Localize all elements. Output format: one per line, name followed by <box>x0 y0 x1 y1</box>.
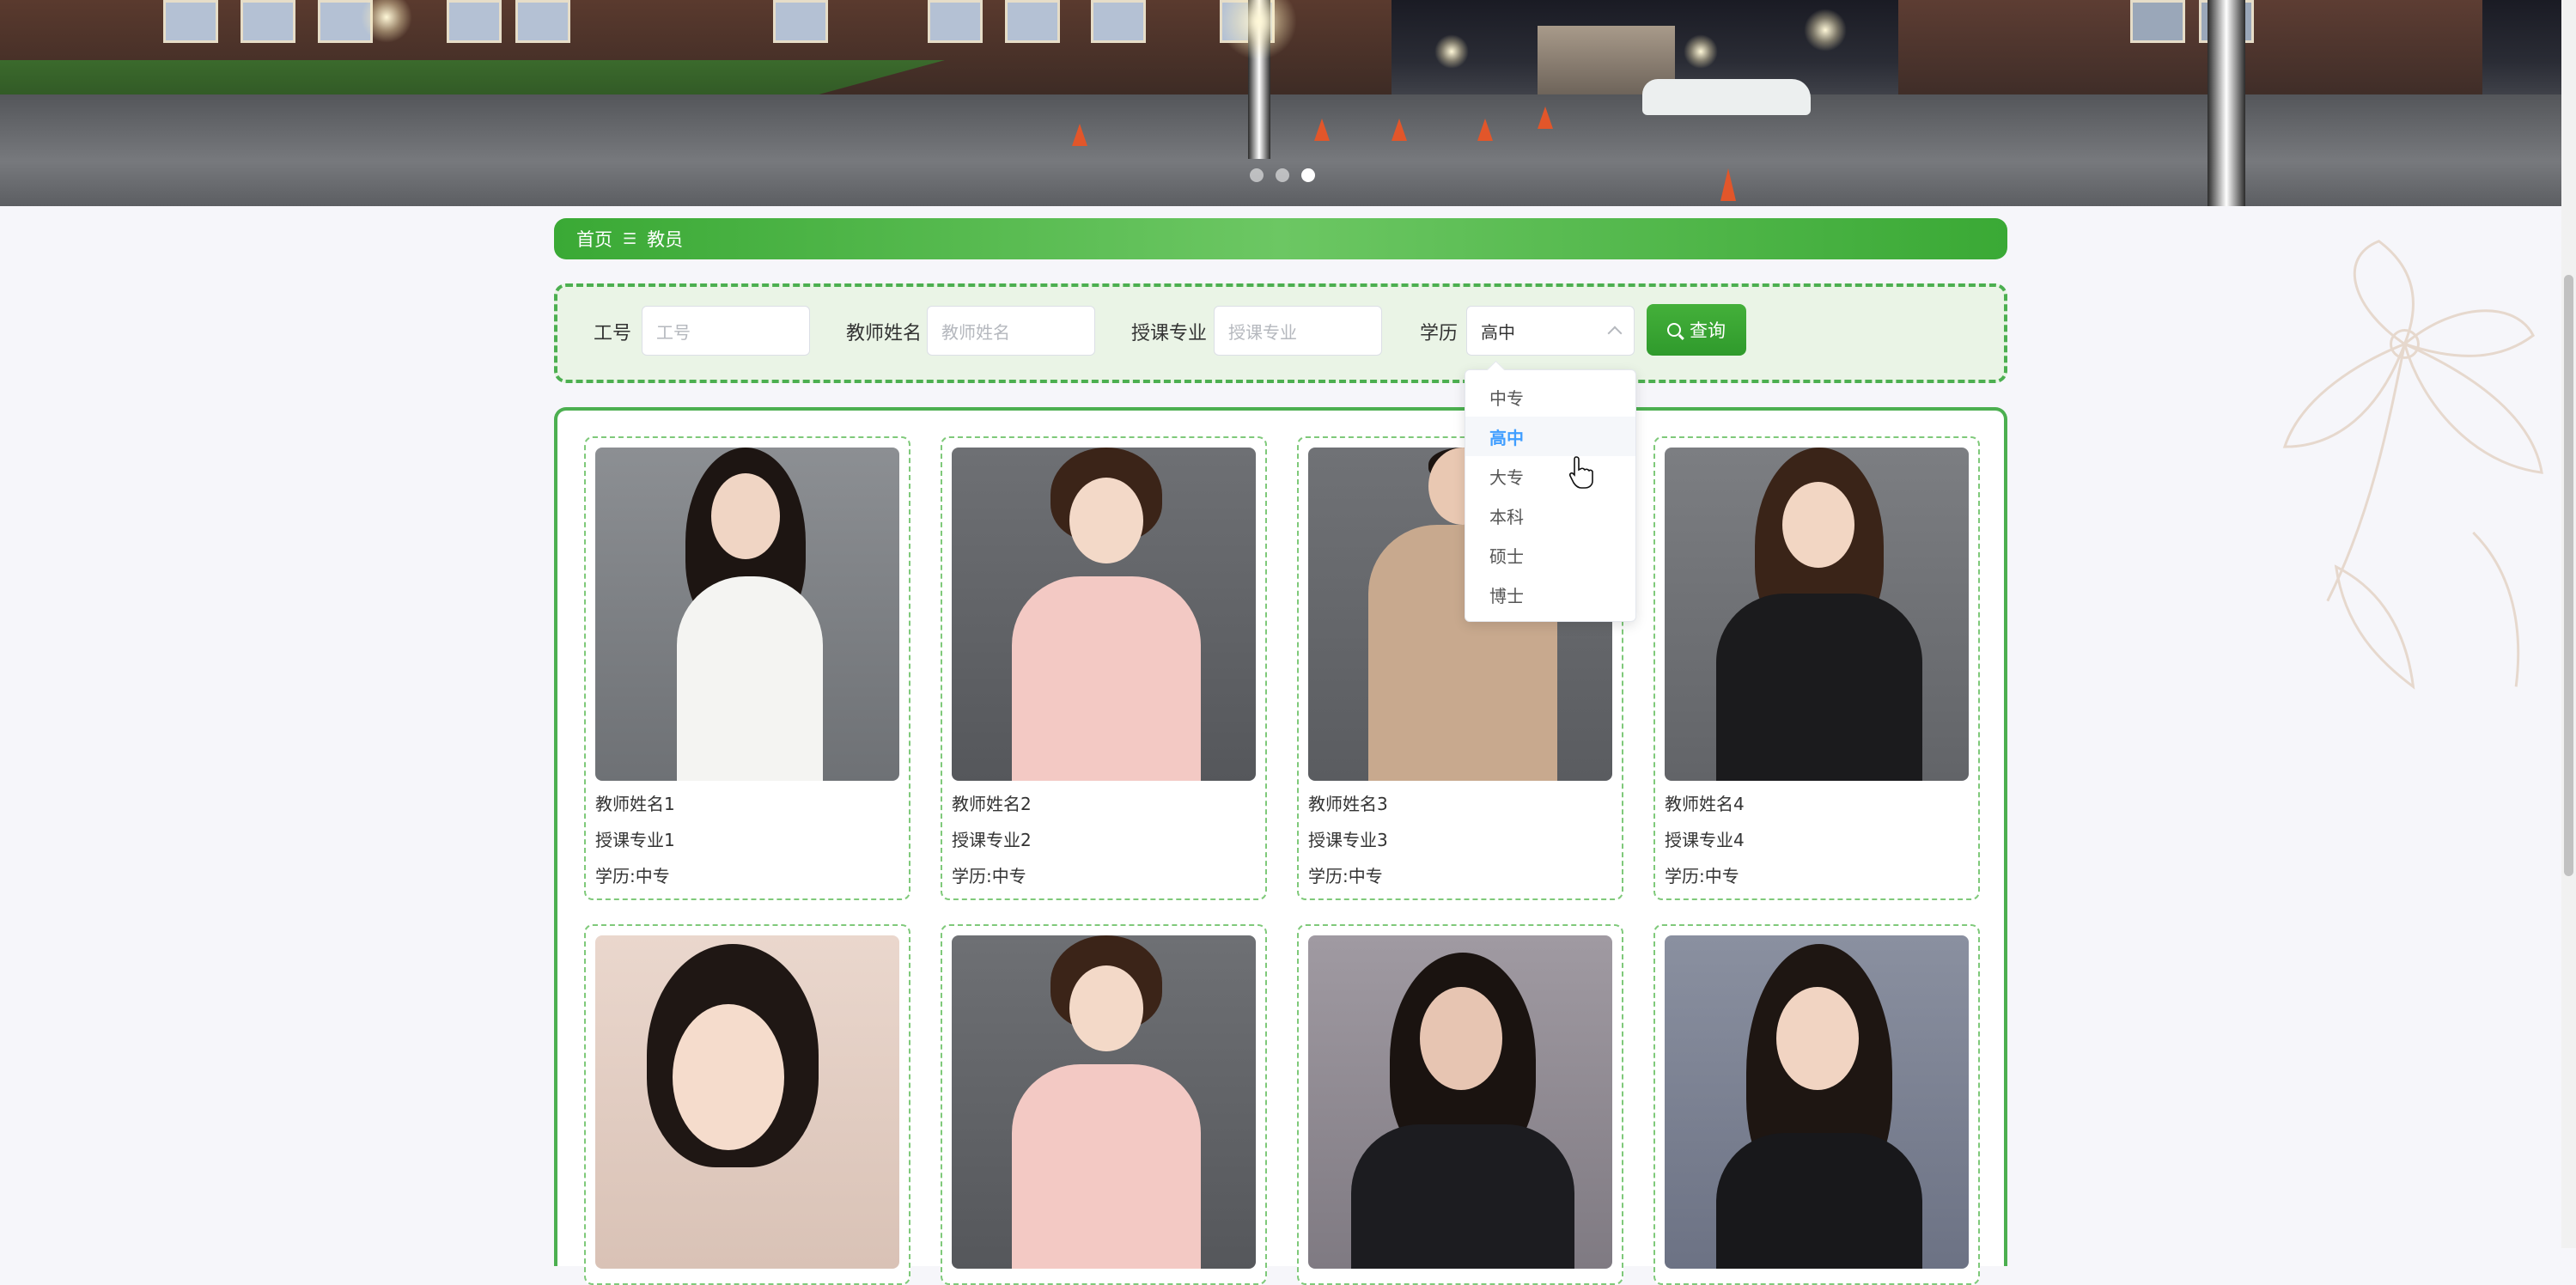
search-icon <box>1667 323 1681 337</box>
teacher-photo <box>952 448 1256 781</box>
teacher-card-list: 教师姓名1 授课专业1 学历:中专 教师姓名2 授课专业2 学历:中专 教师姓名… <box>554 407 2007 1285</box>
teacher-photo <box>595 448 899 781</box>
breadcrumb-separator-icon: ☰ <box>623 229 637 248</box>
teacher-card[interactable] <box>584 924 910 1285</box>
teacher-card[interactable]: 教师姓名1 授课专业1 学历:中专 <box>584 436 910 900</box>
major-input[interactable]: 授课专业 <box>1214 306 1382 356</box>
employee-id-input[interactable]: 工号 <box>642 306 810 356</box>
teacher-photo <box>595 935 899 1269</box>
dropdown-option[interactable]: 硕士 <box>1465 535 1635 575</box>
chevron-up-icon <box>1607 326 1623 341</box>
teacher-major: 授课专业1 <box>595 830 675 850</box>
breadcrumb: 首页 ☰ 教员 <box>554 218 2007 259</box>
decorative-flower-icon <box>2282 240 2543 690</box>
carousel-dot-active[interactable] <box>1301 168 1315 182</box>
dropdown-option[interactable]: 博士 <box>1465 575 1635 614</box>
teacher-photo <box>952 935 1256 1269</box>
teacher-name-label: 教师姓名 <box>846 323 923 344</box>
banner-car <box>1642 79 1811 115</box>
teacher-photo <box>1665 448 1969 781</box>
banner-carousel[interactable] <box>0 0 2561 206</box>
education-select[interactable]: 高中 <box>1466 306 1635 356</box>
teacher-photo <box>1665 935 1969 1269</box>
teacher-name: 教师姓名2 <box>952 794 1032 814</box>
teacher-photo <box>1308 935 1612 1269</box>
page-scrollbar[interactable] <box>2561 0 2576 1248</box>
teacher-education: 学历:中专 <box>1308 866 1383 886</box>
teacher-card[interactable] <box>1653 924 1980 1285</box>
carousel-dot[interactable] <box>1250 168 1264 182</box>
dropdown-option-selected[interactable]: 高中 <box>1465 417 1635 456</box>
breadcrumb-current: 教员 <box>647 229 684 250</box>
banner-building <box>1898 0 2482 103</box>
teacher-major: 授课专业2 <box>952 830 1032 850</box>
education-select-value: 高中 <box>1481 321 1515 343</box>
search-button[interactable]: 查询 <box>1647 304 1746 356</box>
carousel-dot[interactable] <box>1276 168 1289 182</box>
teacher-name-input[interactable]: 教师姓名 <box>927 306 1095 356</box>
teacher-card[interactable] <box>1297 924 1623 1285</box>
dropdown-option[interactable]: 大专 <box>1465 456 1635 496</box>
breadcrumb-home[interactable]: 首页 <box>576 226 612 252</box>
teacher-card[interactable]: 教师姓名4 授课专业4 学历:中专 <box>1653 436 1980 900</box>
teacher-education: 学历:中专 <box>1665 866 1739 886</box>
employee-id-label: 工号 <box>594 323 632 344</box>
teacher-education: 学历:中专 <box>952 866 1026 886</box>
search-button-label: 查询 <box>1690 320 1726 341</box>
education-dropdown: 中专 高中 大专 本科 硕士 博士 <box>1465 369 1636 622</box>
teacher-name: 教师姓名4 <box>1665 794 1745 814</box>
teacher-major: 授课专业4 <box>1665 830 1745 850</box>
dropdown-option[interactable]: 中专 <box>1465 377 1635 417</box>
search-panel: 工号 工号 教师姓名 教师姓名 授课专业 授课专业 学历 高中 查询 <box>554 283 2007 383</box>
education-label: 学历 <box>1420 323 1459 344</box>
teacher-name: 教师姓名1 <box>595 794 675 814</box>
hand-pointer-icon <box>1568 456 1593 489</box>
teacher-name: 教师姓名3 <box>1308 794 1388 814</box>
dropdown-option[interactable]: 本科 <box>1465 496 1635 535</box>
scrollbar-thumb[interactable] <box>2564 275 2573 876</box>
teacher-card[interactable]: 教师姓名2 授课专业2 学历:中专 <box>941 436 1267 900</box>
major-label: 授课专业 <box>1131 323 1208 344</box>
teacher-card[interactable] <box>941 924 1267 1285</box>
carousel-indicators <box>1250 168 1315 182</box>
teacher-education: 学历:中专 <box>595 866 670 886</box>
teacher-major: 授课专业3 <box>1308 830 1388 850</box>
